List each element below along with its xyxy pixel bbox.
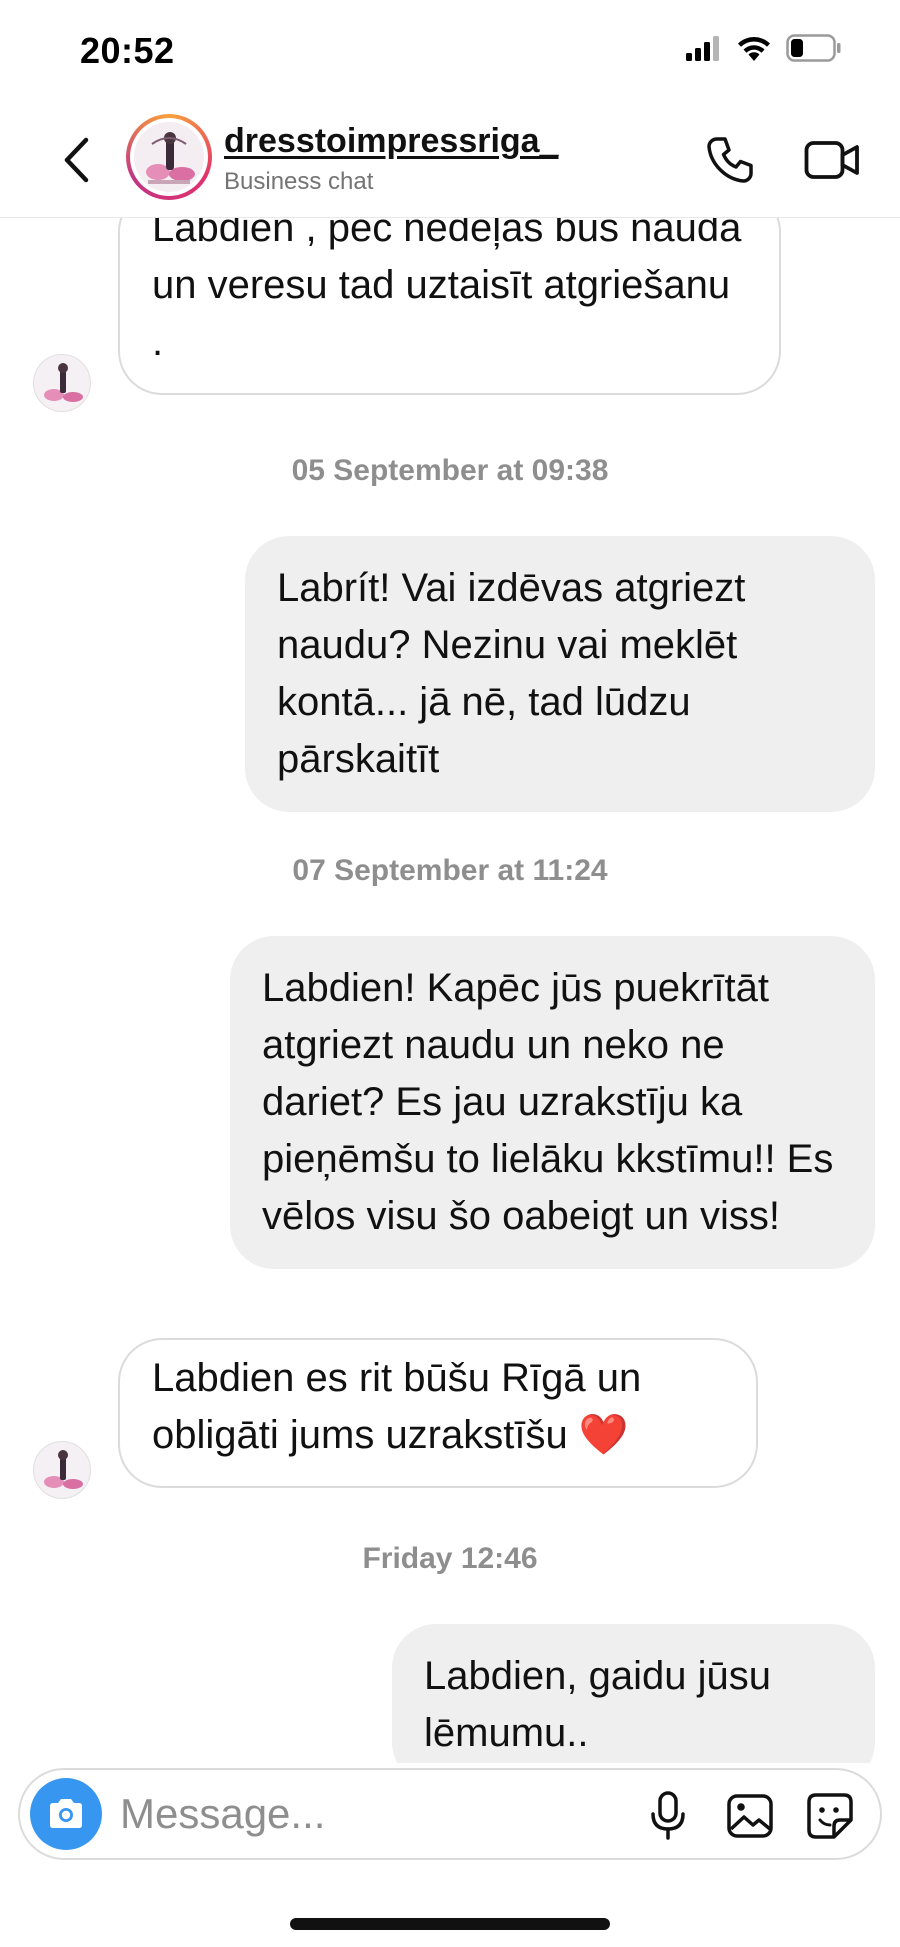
contact-subtitle: Business chat: [224, 168, 374, 195]
home-indicator[interactable]: [290, 1918, 610, 1930]
contact-avatar[interactable]: [126, 114, 212, 200]
gallery-button[interactable]: [720, 1786, 780, 1846]
status-icons: [686, 34, 842, 62]
message-text: Labdien! Kapēc jūs puekrītāt atgriezt na…: [262, 966, 834, 1238]
message-input[interactable]: [120, 1784, 620, 1844]
phone-icon: [707, 137, 753, 183]
message-text: Labrít! Vai izdēvas atgriezt naudu? Nezi…: [277, 566, 746, 781]
contact-avatar-small: [33, 1441, 91, 1499]
video-call-button[interactable]: [800, 130, 864, 190]
contact-name[interactable]: dresstoimpressriga_: [224, 122, 559, 161]
camera-button[interactable]: [30, 1778, 102, 1850]
back-button[interactable]: [52, 130, 102, 190]
message-text: Labdien es rit būšu Rīgā un obligāti jum…: [152, 1356, 642, 1457]
message-timestamp: 07 September at 11:24: [292, 854, 608, 887]
status-time: 20:52: [80, 30, 175, 71]
message-text: Labdien , pēc nedēļas būs nauda un veres…: [152, 218, 742, 364]
brand-logo-icon: [44, 1450, 83, 1489]
chat-screen: 20:52 dresstoimpressriga_ Business chat …: [0, 0, 900, 1947]
message-thread[interactable]: Labdien , pēc nedēļas būs nauda un veres…: [0, 218, 900, 1763]
message-composer: [18, 1768, 882, 1860]
incoming-message[interactable]: Labdien , pēc nedēļas būs nauda un veres…: [118, 218, 781, 395]
outgoing-message[interactable]: Labrít! Vai izdēvas atgriezt naudu? Nezi…: [245, 536, 875, 812]
brand-logo-icon: [134, 122, 204, 192]
message-timestamp: Friday 12:46: [362, 1542, 538, 1575]
voice-call-button[interactable]: [700, 130, 760, 190]
cellular-signal-icon: [686, 36, 719, 61]
contact-avatar-small: [33, 354, 91, 412]
outgoing-message[interactable]: Labdien! Kapēc jūs puekrītāt atgriezt na…: [230, 936, 875, 1269]
microphone-icon: [651, 1791, 685, 1840]
wifi-icon: [738, 37, 770, 61]
chevron-left-icon: [64, 137, 89, 183]
battery-icon: [786, 34, 841, 62]
outgoing-message[interactable]: Labdien, gaidu jūsu lēmumu..: [392, 1624, 875, 1763]
video-camera-icon: [804, 141, 859, 179]
voice-message-button[interactable]: [640, 1786, 696, 1846]
status-bar: 20:52: [0, 0, 900, 100]
sticker-button[interactable]: [800, 1786, 860, 1846]
image-gallery-icon: [727, 1794, 773, 1838]
message-text: Labdien, gaidu jūsu lēmumu..: [424, 1654, 771, 1755]
incoming-message[interactable]: Labdien es rit būšu Rīgā un obligāti jum…: [118, 1338, 758, 1488]
brand-logo-icon: [44, 363, 83, 402]
sticker-icon: [807, 1793, 853, 1839]
camera-icon: [50, 1799, 82, 1828]
message-timestamp: 05 September at 09:38: [291, 454, 609, 487]
chat-header: dresstoimpressriga_ Business chat: [0, 100, 900, 218]
